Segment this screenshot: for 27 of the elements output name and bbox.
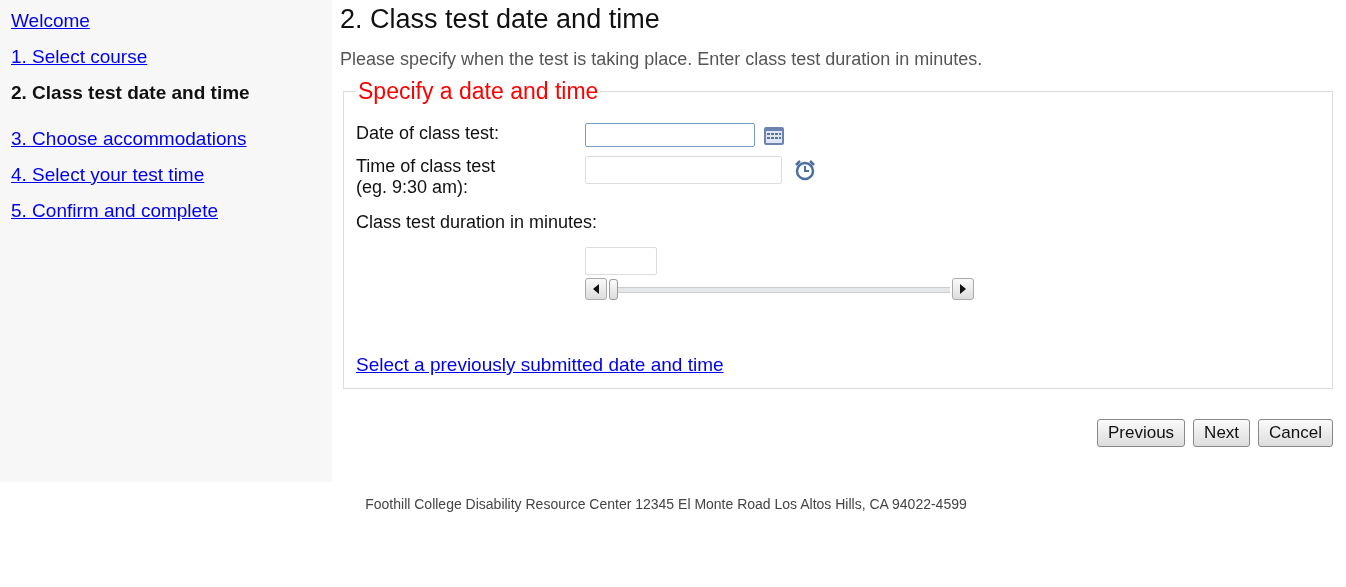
footer-address: Foothill College Disability Resource Center 12345 El Monte Road Los Altos Hills, CA 94022-4599 bbox=[365, 496, 967, 512]
nav-button[interactable]: Cancel bbox=[1258, 419, 1333, 447]
duration-field[interactable] bbox=[585, 247, 657, 275]
slider-right-button[interactable] bbox=[952, 278, 974, 300]
previous-date-link[interactable]: Select a previously submitted date and time bbox=[356, 354, 724, 376]
page-heading: 2. Class test date and time bbox=[340, 4, 661, 35]
panel-legend: Specify a date and time bbox=[356, 78, 601, 105]
sidebar-link[interactable]: 4. Select your test time bbox=[11, 162, 205, 188]
field-label: Time of class test (eg. 9:30 am): bbox=[356, 156, 497, 198]
sidebar-link[interactable]: 1. Select course bbox=[11, 44, 148, 70]
field-label: Date of class test: bbox=[356, 123, 501, 144]
nav-button[interactable]: Next bbox=[1193, 419, 1251, 447]
calendar-icon[interactable] bbox=[763, 126, 785, 146]
time-field[interactable] bbox=[585, 156, 782, 184]
sidebar-link[interactable]: Welcome bbox=[11, 8, 90, 34]
sidebar-link[interactable]: 3. Choose accommodations bbox=[11, 126, 247, 152]
sidebar-link[interactable]: 2. Class test date and time bbox=[11, 80, 250, 106]
left-arrow-icon bbox=[592, 284, 600, 294]
right-arrow-icon bbox=[959, 284, 967, 294]
instructions: Please specify when the test is taking place. Enter class test duration in minutes. bbox=[340, 49, 984, 70]
slider-left-button[interactable] bbox=[585, 278, 607, 300]
nav-button[interactable]: Previous bbox=[1096, 419, 1186, 447]
alarm-clock-icon[interactable] bbox=[794, 159, 816, 181]
date-field[interactable] bbox=[585, 123, 755, 147]
slider-thumb[interactable] bbox=[609, 278, 618, 300]
field-label: Class test duration in minutes: bbox=[356, 212, 599, 233]
sidebar-link[interactable]: 5. Confirm and complete bbox=[11, 198, 218, 224]
